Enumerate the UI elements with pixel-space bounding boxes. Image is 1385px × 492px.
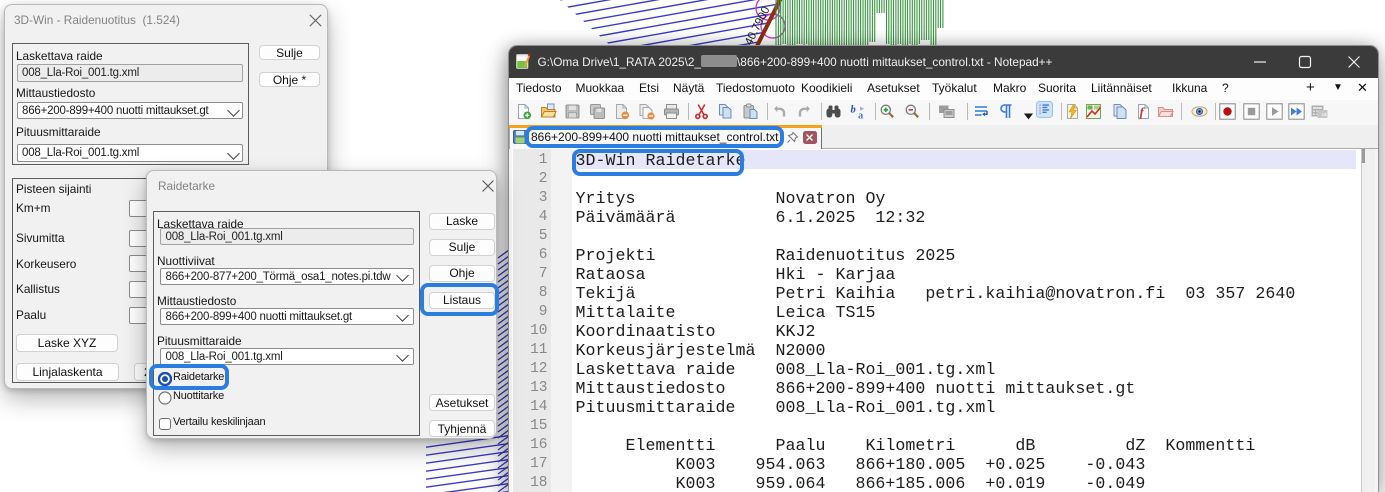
svg-text:a: a — [858, 111, 864, 121]
svg-text:uc: uc — [1322, 112, 1328, 118]
svg-text:b: b — [851, 105, 856, 116]
